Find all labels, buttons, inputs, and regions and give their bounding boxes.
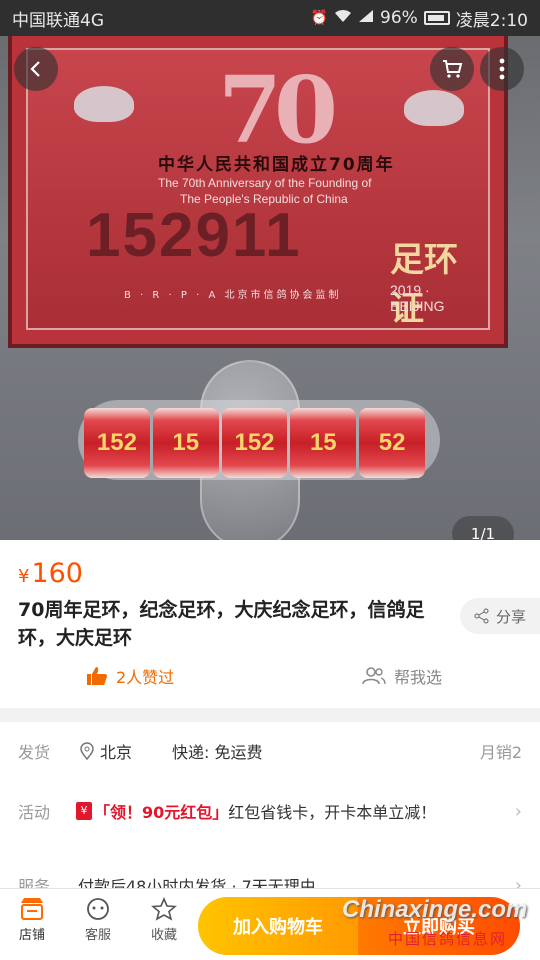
battery-icon — [423, 11, 450, 25]
thumbs-up-icon — [87, 667, 107, 685]
product-info: ¥ 160 70周年足环，纪念足环，大庆纪念足环，信鸽足环，大庆足环 分享 2人… — [0, 540, 540, 708]
certificate-label: 足环证 — [390, 240, 458, 329]
certificate-issuer: B · R · P · A 北京市信鸽协会监制 — [124, 290, 342, 301]
shipping-row: 发货 北京 快递: 免运费 月销2 — [0, 722, 540, 780]
status-indicators: ⏰ 96% 凌晨2:10 — [311, 6, 528, 31]
leg-ring: 15 — [290, 408, 357, 478]
promo-tag: 「领！90元红包」 — [94, 803, 229, 822]
people-icon — [362, 667, 386, 685]
wifi-icon — [334, 9, 352, 27]
product-page: 中国联通4G ⏰ 96% 凌晨2:10 70 中华人民共和国成立70周年 The… — [0, 0, 540, 960]
shipping-location: 北京 — [80, 739, 132, 763]
certificate-title: 中华人民共和国成立70周年 — [158, 155, 395, 175]
add-to-cart-button[interactable]: 加入购物车 — [198, 897, 358, 955]
red-envelope-icon: ¥ — [76, 802, 92, 820]
clock: 凌晨2:10 — [455, 10, 528, 31]
product-details: 发货 北京 快递: 免运费 月销2 活动 ¥ 「领！90元红包」 红包省钱卡，开… — [0, 722, 540, 902]
alarm-icon: ⏰ — [310, 10, 329, 26]
anniversary-emblem: 70 — [218, 56, 338, 164]
leg-ring: 15 — [152, 408, 219, 478]
certificate-frame: 70 中华人民共和国成立70周年 The 70th Anniversary of… — [8, 36, 508, 348]
shipping-label: 发货 — [18, 743, 51, 762]
customer-service-tab[interactable]: 客服 — [73, 897, 123, 943]
promo-row[interactable]: 活动 ¥ 「领！90元红包」 红包省钱卡，开卡本单立减！ › — [0, 782, 540, 840]
star-icon — [151, 897, 177, 921]
favorite-label: 收藏 — [150, 928, 177, 943]
carrier-label: 中国联通4G — [12, 10, 104, 31]
back-button[interactable] — [14, 47, 58, 91]
help-choose-label: 帮我选 — [394, 668, 443, 687]
location-pin-icon — [80, 742, 94, 760]
customer-service-label: 客服 — [84, 928, 111, 943]
store-label: 店铺 — [18, 928, 45, 943]
chevron-left-icon — [30, 61, 40, 77]
product-title: 70周年足环，纪念足环，大庆纪念足环，信鸽足环，大庆足环 — [18, 599, 425, 649]
site-watermark: Chinaxinge.com — [342, 896, 528, 923]
shipping-fee: 快递: 免运费 — [172, 743, 263, 762]
image-pager: 1/1 — [452, 516, 514, 540]
leg-ring: 52 — [359, 408, 425, 478]
likes-button[interactable]: 2人赞过 — [86, 664, 174, 688]
likes-count: 2人赞过 — [116, 668, 175, 687]
leg-rings: 152 15 152 15 52 — [84, 408, 428, 478]
product-image[interactable]: 70 中华人民共和国成立70周年 The 70th Anniversary of… — [0, 36, 540, 540]
chevron-right-icon: › — [514, 800, 522, 822]
battery-percent: 96% — [380, 8, 418, 28]
store-icon — [21, 898, 43, 920]
certificate-year: 2019 · BEIJING — [390, 282, 445, 314]
cart-icon — [443, 60, 463, 78]
share-icon — [474, 608, 489, 624]
monthly-sales: 月销2 — [479, 743, 522, 762]
certificate-number: 152911 — [86, 201, 302, 270]
store-tab[interactable]: 店铺 — [7, 897, 57, 943]
more-button[interactable] — [480, 47, 524, 91]
dove-left-image — [74, 86, 134, 122]
signal-icon — [358, 9, 374, 27]
leg-ring: 152 — [84, 408, 150, 478]
status-bar: 中国联通4G ⏰ 96% 凌晨2:10 — [0, 0, 540, 36]
leg-ring: 152 — [221, 408, 288, 478]
help-choose-button[interactable]: 帮我选 — [362, 664, 442, 688]
more-vertical-icon — [499, 58, 505, 80]
dove-right-image — [404, 90, 464, 126]
cart-button[interactable] — [430, 47, 474, 91]
favorite-tab[interactable]: 收藏 — [139, 897, 189, 943]
price: ¥ 160 — [18, 558, 83, 589]
price-currency: ¥ — [18, 566, 30, 587]
promo-label: 活动 — [18, 803, 51, 822]
site-watermark-cn: 中国信鸽信息网 — [388, 930, 508, 948]
certificate-english-line1: The 70th Anniversary of the Founding of — [158, 176, 372, 190]
share-label: 分享 — [496, 607, 527, 626]
promo-text: 红包省钱卡，开卡本单立减！ — [228, 803, 437, 822]
share-button[interactable]: 分享 — [460, 598, 540, 634]
chat-face-icon — [87, 898, 109, 920]
price-value: 160 — [31, 558, 83, 589]
